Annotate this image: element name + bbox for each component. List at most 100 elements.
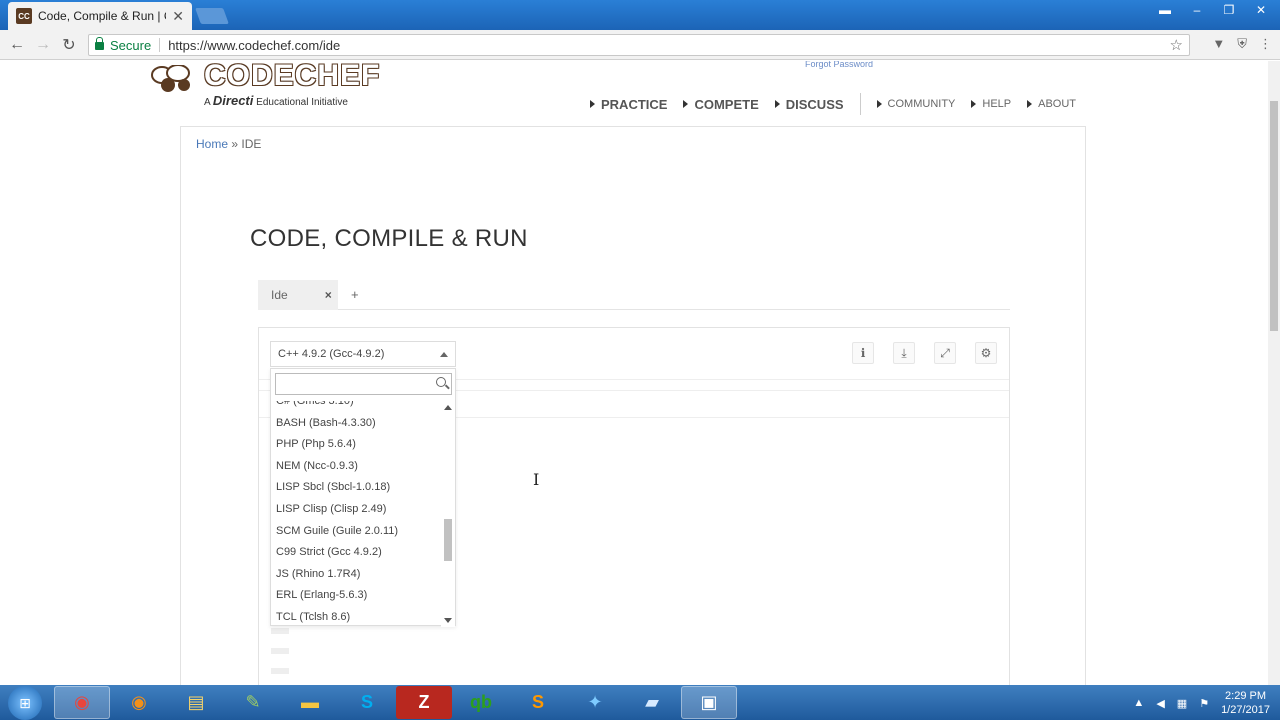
nav-practice[interactable]: PRACTICE (590, 97, 667, 112)
maximize-icon[interactable]: ❐ (1218, 2, 1240, 18)
language-option[interactable]: JS (Rhino 1.7R4) (271, 564, 443, 586)
logo-tag-suffix: Educational Initiative (256, 97, 348, 108)
action-center-icon[interactable]: ⚑ (1199, 697, 1209, 710)
browser-tab[interactable]: CC Code, Compile & Run | C ✕ (8, 2, 192, 30)
tab-close-icon[interactable]: ✕ (172, 8, 184, 25)
windows-taskbar: ⊞ ◉ ◉ ▤ ✎ ▬ S Z qb S ✦ ▰ ▣ ▲ ◀ ▦ ⚑ 2:29 … (0, 685, 1280, 720)
nav-divider (859, 93, 861, 115)
skype-icon[interactable]: S (339, 686, 395, 719)
address-bar[interactable]: Secure https://www.codechef.com/ide ☆ (88, 34, 1190, 56)
language-select[interactable]: C++ 4.9.2 (Gcc-4.9.2) (270, 341, 456, 367)
language-option[interactable]: BASH (Bash-4.3.30) (271, 413, 443, 435)
extension-icon[interactable]: ▼ (1212, 36, 1225, 52)
media-icon[interactable]: ▣ (681, 686, 737, 719)
close-window-icon[interactable]: ✕ (1250, 2, 1272, 18)
language-option[interactable]: C# (Gmcs 3.10) (271, 401, 443, 413)
breadcrumb-home-link[interactable]: Home (196, 137, 228, 151)
page-scrollbar[interactable] (1268, 61, 1280, 685)
nav-label: PRACTICE (601, 96, 668, 112)
nav-community[interactable]: COMMUNITY (876, 98, 956, 110)
menu-icon[interactable]: ⋮ (1259, 36, 1272, 52)
nav-arrow-icon (774, 100, 780, 108)
sublime-icon[interactable]: S (510, 686, 566, 719)
lock-icon (95, 37, 104, 50)
start-button-icon[interactable]: ⊞ (8, 686, 42, 720)
file-explorer-icon[interactable]: ▤ (168, 686, 224, 719)
browser-titlebar: CC Code, Compile & Run | C ✕ ▬ – ❐ ✕ (0, 0, 1280, 30)
language-option[interactable]: ERL (Erlang-5.6.3) (271, 585, 443, 607)
editor-tool-icons: ℹ ⤓ ⤢ ⚙ (852, 342, 997, 364)
scroll-thumb[interactable] (444, 519, 452, 561)
language-options-list: C# (Gmcs 3.10) BASH (Bash-4.3.30) PHP (Php… (271, 401, 443, 627)
folder-icon[interactable]: ▬ (282, 686, 338, 719)
volume-icon[interactable]: ◀ (1156, 697, 1164, 710)
filezilla-icon[interactable]: Z (396, 686, 452, 719)
nav-discuss[interactable]: DISCUSS (774, 97, 844, 112)
page-title: CODE, COMPILE & RUN (250, 225, 528, 252)
logo-tagline: A Directi Educational Initiative (204, 93, 348, 108)
nav-label: COMMUNITY (887, 98, 956, 110)
clock-date: 1/27/2017 (1221, 704, 1270, 716)
nav-label: COMPETE (694, 96, 759, 112)
nav-arrow-icon (590, 100, 595, 108)
ide-tabs: Ide × + (258, 279, 1010, 310)
minimize-icon[interactable]: – (1186, 2, 1208, 18)
scroll-up-icon[interactable] (444, 405, 452, 410)
nav-help[interactable]: HELP (971, 98, 1011, 110)
notes-icon[interactable]: ▰ (624, 686, 680, 719)
nav-compete[interactable]: COMPETE (683, 96, 759, 112)
page-content: CODECHEF A Directi Educational Initiativ… (0, 61, 1268, 685)
page-scroll-thumb[interactable] (1270, 101, 1278, 331)
bookmark-star-icon[interactable]: ☆ (1170, 36, 1183, 54)
text-cursor-icon: I (533, 470, 540, 489)
language-search-input[interactable] (275, 373, 452, 395)
info-icon[interactable]: ℹ (852, 342, 874, 364)
nav-arrow-icon (683, 100, 689, 108)
nav-label: ABOUT (1038, 98, 1077, 110)
dropdown-scrollbar[interactable] (441, 401, 455, 627)
firefox-icon[interactable]: ◉ (111, 686, 167, 719)
quickbooks-icon[interactable]: qb (453, 686, 509, 719)
system-clock[interactable]: 2:29 PM 1/27/2017 (1221, 689, 1270, 717)
back-icon[interactable]: ← (8, 36, 26, 54)
codechef-favicon-icon: CC (16, 8, 32, 24)
omnibox-divider (159, 38, 161, 52)
scroll-down-icon[interactable] (444, 618, 452, 623)
clock-time: 2:29 PM (1225, 690, 1267, 702)
language-option[interactable]: TCL (Tclsh 8.6) (271, 607, 443, 627)
download-icon[interactable]: ⤓ (893, 342, 915, 364)
nav-arrow-icon (971, 100, 977, 108)
reload-icon[interactable]: ↻ (60, 36, 78, 54)
tray-expand-icon[interactable]: ▲ (1133, 697, 1144, 709)
editor-panel: C++ 4.9.2 (Gcc-4.9.2) ℹ ⤓ ⤢ ⚙ I C# (Gmcs… (258, 327, 1010, 685)
codechef-logo[interactable]: CODECHEF A Directi Educational Initiativ… (148, 61, 388, 109)
notepad-plus-icon[interactable]: ✎ (225, 686, 281, 719)
chrome-icon[interactable]: ◉ (54, 686, 110, 719)
forgot-password-link[interactable]: Forgot Password (805, 61, 873, 69)
nav-about[interactable]: ABOUT (1027, 98, 1076, 110)
add-tab-button[interactable]: + (351, 287, 359, 302)
breadcrumb-current: IDE (241, 137, 262, 151)
logo-tag-prefix: A (204, 97, 211, 108)
language-option[interactable]: LISP Clisp (Clisp 2.49) (271, 499, 443, 521)
settings-icon[interactable]: ⚙ (975, 342, 997, 364)
language-dropdown: C# (Gmcs 3.10) BASH (Bash-4.3.30) PHP (Php… (270, 368, 456, 627)
ide-container: Home » IDE CODE, COMPILE & RUN Ide × + C… (180, 126, 1086, 685)
tab-close-icon[interactable]: × (325, 288, 332, 302)
user-icon[interactable]: ▬ (1154, 2, 1176, 18)
paint-icon[interactable]: ✦ (567, 686, 623, 719)
language-option[interactable]: NEM (Ncc-0.9.3) (271, 456, 443, 478)
network-icon[interactable]: ▦ (1177, 697, 1187, 710)
language-option[interactable]: SCM Guile (Guile 2.0.11) (271, 521, 443, 543)
line-gutter (271, 628, 291, 685)
language-option[interactable]: C99 Strict (Gcc 4.9.2) (271, 542, 443, 564)
taskbar-apps: ◉ ◉ ▤ ✎ ▬ S Z qb S ✦ ▰ ▣ (54, 686, 737, 719)
tab-ide[interactable]: Ide × (258, 279, 338, 310)
forward-icon[interactable]: → (34, 36, 52, 54)
extension-badge-icon[interactable]: ⛨ (1237, 36, 1247, 52)
language-option[interactable]: PHP (Php 5.6.4) (271, 434, 443, 456)
breadcrumb-separator: » (231, 137, 239, 151)
new-tab-button[interactable] (195, 8, 229, 24)
fullscreen-icon[interactable]: ⤢ (934, 342, 956, 364)
language-option[interactable]: LISP Sbcl (Sbcl-1.0.18) (271, 477, 443, 499)
